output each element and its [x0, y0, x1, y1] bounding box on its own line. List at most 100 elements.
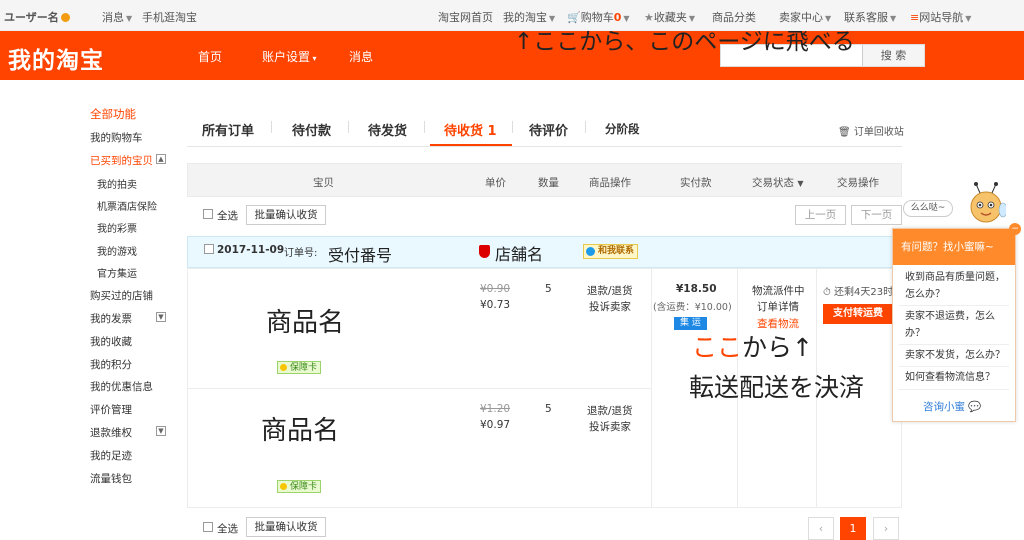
sidebar-item-shops[interactable]: 购买过的店铺: [90, 288, 153, 303]
chevron-down-icon: ▼: [126, 14, 133, 23]
pay-transfer-fee-button[interactable]: 支付转运费: [823, 304, 893, 324]
guarantee-badge[interactable]: 保障卡: [277, 361, 322, 374]
pager-prev-button[interactable]: ‹: [808, 517, 834, 540]
user-level-icon: [60, 13, 70, 22]
faq-item[interactable]: 卖家不发货，怎么办？: [905, 347, 1009, 364]
select-all-checkbox-bottom[interactable]: [203, 522, 213, 532]
taobao-home-link[interactable]: 淘宝网首页: [438, 9, 493, 25]
annotation-order-number: 受付番号: [328, 246, 393, 265]
pager-next-button[interactable]: ›: [873, 517, 899, 540]
sidebar-sub-auction[interactable]: 我的拍卖: [97, 176, 137, 191]
active-tab-indicator: [430, 144, 512, 146]
sidebar-item-all[interactable]: 全部功能: [90, 106, 136, 122]
status-text: 物流派件中: [752, 285, 805, 297]
nav-messages[interactable]: 消息: [349, 48, 373, 65]
batch-confirm-button-bottom[interactable]: 批量确认收货: [246, 517, 326, 537]
prev-page-button[interactable]: 上一页: [795, 205, 846, 225]
sidebar-item-collect[interactable]: 我的收藏: [90, 334, 132, 349]
collapse-icon[interactable]: ▲: [156, 154, 166, 164]
tabs-divider: [187, 146, 902, 147]
col-unit-price: 单价: [485, 177, 506, 189]
shipping-fee: (含运费：¥10.00): [653, 302, 732, 313]
consult-button[interactable]: 咨询小蜜 💬: [923, 399, 981, 414]
col-qty: 数量: [538, 177, 559, 189]
complain-link[interactable]: 投诉卖家: [589, 299, 631, 314]
divider: [899, 366, 1009, 367]
tab-all-orders[interactable]: 所有订单: [202, 120, 254, 139]
sidebar-item-bought[interactable]: 已买到的宝贝: [90, 153, 153, 168]
tab-pending-shipment[interactable]: 待发货: [368, 120, 407, 139]
tab-installments[interactable]: 分阶段: [605, 121, 640, 137]
col-item: 宝贝: [313, 177, 334, 189]
mobile-link[interactable]: 手机逛淘宝: [142, 9, 197, 25]
chat-bubble: 么么哒~: [903, 200, 953, 217]
refund-link[interactable]: 退款/退货: [587, 403, 633, 418]
expand-icon[interactable]: ▼: [156, 426, 166, 436]
select-all-label: 全选: [217, 523, 238, 535]
divider: [899, 305, 1009, 306]
annotation-pay-1: ここから↑: [692, 333, 813, 362]
refund-link[interactable]: 退款/退货: [587, 283, 633, 298]
shop-icon: [479, 245, 490, 258]
logo[interactable]: 我的淘宝: [8, 41, 104, 75]
order-detail-link[interactable]: 订单详情: [757, 299, 799, 314]
expand-icon[interactable]: ▼: [156, 312, 166, 322]
top-bar: ユーザー名 消息 ▼ 手机逛淘宝 淘宝网首页 我的淘宝 ▼ 🛒购物车0 ▼ ★收藏夹 ▼…: [0, 0, 1024, 31]
shop-name[interactable]: 店舗名: [495, 241, 543, 265]
complain-link[interactable]: 投诉卖家: [589, 419, 631, 434]
faq-item[interactable]: 如何查看物流信息？: [905, 369, 1009, 386]
chevron-down-icon: ▼: [965, 14, 972, 23]
annotation-top: ↑ここから、このページに飛べる: [514, 29, 855, 55]
faq-item[interactable]: 卖家不退运费，怎么办？: [905, 308, 1009, 342]
faq-item[interactable]: 收到商品有质量问题，怎么办？: [905, 269, 1009, 303]
site-nav-link[interactable]: ≡网站导航 ▼: [910, 9, 971, 25]
clock-icon: ⏱: [823, 287, 831, 298]
guarantee-badge[interactable]: 保障卡: [277, 480, 322, 493]
messages-link[interactable]: 消息 ▼: [102, 9, 132, 25]
total-paid: ¥18.50: [676, 283, 717, 295]
sidebar-item-refund[interactable]: 退款维权: [90, 425, 132, 440]
sidebar-item-cart[interactable]: 我的购物车: [90, 130, 143, 145]
nav-account-settings[interactable]: 账户设置 ▾: [262, 48, 317, 65]
sidebar-item-invoice[interactable]: 我的发票: [90, 311, 132, 326]
product-name[interactable]: 商品名: [261, 410, 339, 447]
pager-current-page[interactable]: 1: [840, 517, 866, 540]
close-icon[interactable]: −: [1009, 223, 1021, 235]
quantity: 5: [545, 283, 552, 295]
sidebar-item-points[interactable]: 我的积分: [90, 357, 132, 372]
sidebar-sub-games[interactable]: 我的游戏: [97, 243, 137, 258]
divider: [424, 121, 425, 133]
batch-confirm-button[interactable]: 批量确认收货: [246, 205, 326, 225]
sidebar-item-data-wallet[interactable]: 流量钱包: [90, 471, 132, 486]
col-status[interactable]: 交易状态 ▼: [752, 175, 804, 190]
unit-price: ¥0.97: [480, 419, 511, 431]
search-button[interactable]: 搜 索: [862, 45, 924, 66]
col-paid: 实付款: [680, 177, 712, 189]
product-name[interactable]: 商品名: [266, 302, 344, 339]
sidebar-sub-travel[interactable]: 机票酒店保险: [97, 198, 157, 213]
tab-pending-review[interactable]: 待评价: [529, 120, 568, 139]
divider: [512, 121, 513, 133]
recycle-bin-link[interactable]: 🗑 订单回收站: [838, 123, 904, 138]
sidebar-item-footprint[interactable]: 我的足迹: [90, 448, 132, 463]
chat-title[interactable]: 有问题？找小蜜嘛~: [893, 229, 1015, 265]
username-link[interactable]: ユーザー名: [4, 9, 70, 25]
contact-seller-button[interactable]: 和我联系: [583, 244, 639, 259]
order-checkbox[interactable]: [204, 244, 214, 254]
sidebar-sub-consolidation[interactable]: 官方集运: [97, 265, 137, 280]
sidebar-sub-lottery[interactable]: 我的彩票: [97, 220, 137, 235]
nav-home[interactable]: 首页: [198, 48, 222, 65]
bee-mascot-icon[interactable]: [966, 180, 1006, 224]
tab-pending-receipt[interactable]: 待收货 1: [444, 120, 497, 139]
quantity: 5: [545, 403, 552, 415]
order-item-row: [187, 388, 652, 508]
menu-icon: ≡: [910, 11, 920, 24]
header: 我的淘宝 首页 账户设置 ▾ 消息 搜 索: [0, 31, 1024, 80]
next-page-button[interactable]: 下一页: [851, 205, 902, 225]
chat-icon: 💬: [968, 401, 982, 413]
sidebar-item-review[interactable]: 评价管理: [90, 402, 132, 417]
sidebar-item-coupons[interactable]: 我的优惠信息: [90, 379, 153, 394]
select-all-checkbox[interactable]: [203, 209, 213, 219]
divider: [899, 389, 1009, 390]
tab-pending-payment[interactable]: 待付款: [292, 120, 331, 139]
